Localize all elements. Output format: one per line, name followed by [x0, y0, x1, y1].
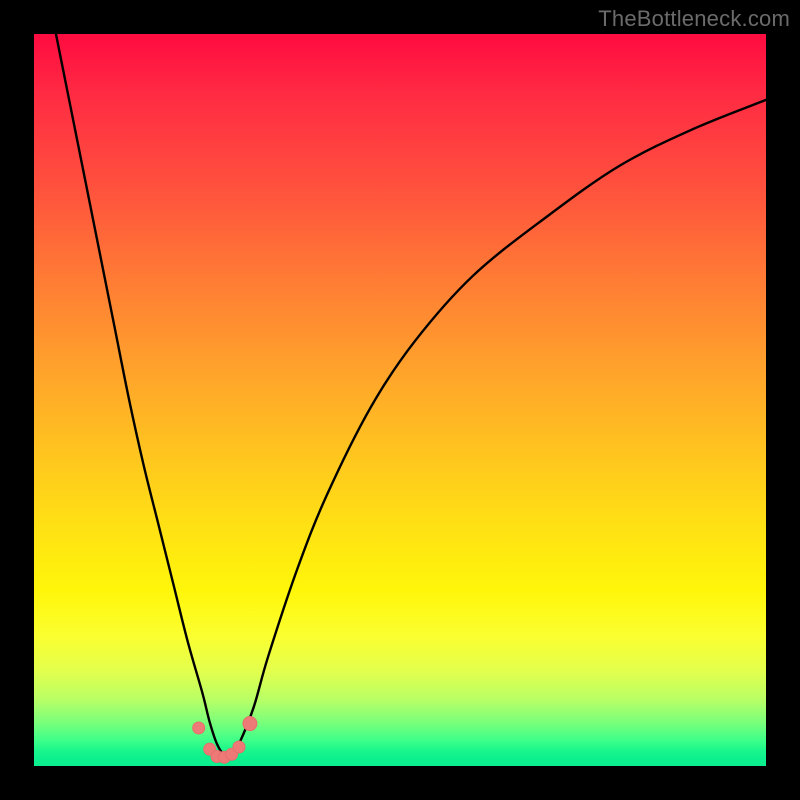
- chart-frame: TheBottleneck.com: [0, 0, 800, 800]
- plot-area: [34, 34, 766, 766]
- highlight-markers: [193, 717, 257, 764]
- chart-svg: [34, 34, 766, 766]
- highlight-point: [243, 717, 257, 731]
- watermark-text: TheBottleneck.com: [598, 6, 790, 32]
- highlight-point: [233, 741, 245, 753]
- highlight-point: [193, 722, 205, 734]
- bottleneck-curve: [56, 34, 766, 756]
